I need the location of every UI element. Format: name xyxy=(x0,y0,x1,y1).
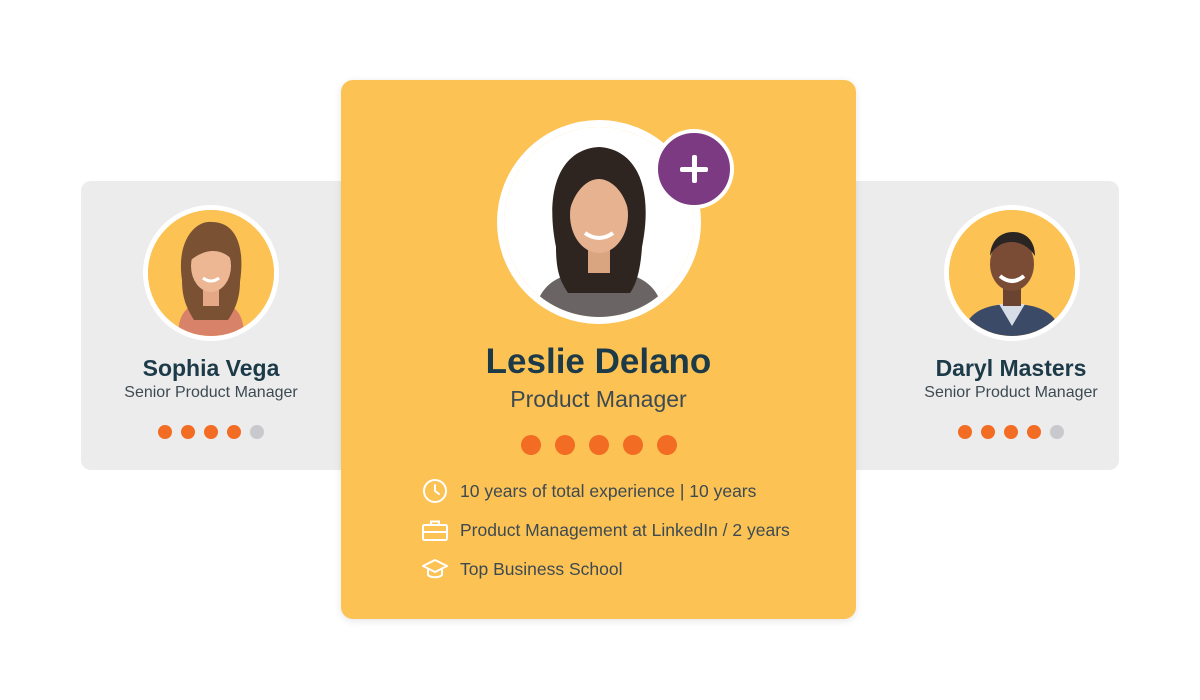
profile-card-content: Sophia Vega Senior Product Manager xyxy=(81,181,341,470)
rating-dot-filled xyxy=(1027,425,1041,439)
rating-dot-filled xyxy=(588,435,609,455)
rating-dot-filled xyxy=(622,435,643,455)
profile-name: Daryl Masters xyxy=(935,355,1087,381)
profile-title: Senior Product Manager xyxy=(124,384,298,401)
rating-dot-empty xyxy=(250,425,264,439)
fact-text: 10 years of total experience | 10 years xyxy=(460,480,757,501)
avatar-portrait xyxy=(949,210,1075,336)
rating-dot-filled xyxy=(158,425,172,439)
profile-title: Product Manager xyxy=(510,386,687,412)
avatar xyxy=(944,205,1080,341)
rating-dots xyxy=(341,435,856,455)
add-profile-button[interactable] xyxy=(654,129,734,209)
avatar-portrait xyxy=(148,210,274,336)
rating-dot-filled xyxy=(181,425,195,439)
rating-dot-empty xyxy=(1050,425,1064,439)
rating-dot-filled xyxy=(656,435,677,455)
profile-card-daryl-masters[interactable]: Daryl Masters Senior Product Manager xyxy=(829,181,1119,470)
clock-icon xyxy=(421,478,449,504)
rating-dot-filled xyxy=(958,425,972,439)
fact-text: Product Management at LinkedIn / 2 years xyxy=(460,519,790,540)
profile-facts: 10 years of total experience | 10 years … xyxy=(421,478,841,595)
rating-dot-filled xyxy=(520,435,541,455)
rating-dots xyxy=(879,425,1143,439)
rating-dot-filled xyxy=(554,435,575,455)
rating-dots xyxy=(81,425,341,439)
rating-dot-filled xyxy=(204,425,218,439)
profile-card-sophia-vega[interactable]: Sophia Vega Senior Product Manager xyxy=(81,181,371,470)
profile-card-content: Daryl Masters Senior Product Manager xyxy=(859,181,1119,470)
profile-name: Sophia Vega xyxy=(142,355,280,381)
profile-carousel: Sophia Vega Senior Product Manager Daryl… xyxy=(0,0,1200,700)
rating-dot-filled xyxy=(227,425,241,439)
profile-title: Senior Product Manager xyxy=(924,384,1098,401)
avatar xyxy=(143,205,279,341)
rating-dot-filled xyxy=(1004,425,1018,439)
graduation-cap-icon xyxy=(421,556,449,582)
plus-icon xyxy=(691,155,697,183)
fact-experience: 10 years of total experience | 10 years xyxy=(421,478,841,504)
briefcase-icon xyxy=(421,517,449,543)
profile-card-leslie-delano[interactable]: Leslie Delano Product Manager 10 years o… xyxy=(341,80,856,619)
fact-text: Top Business School xyxy=(460,558,623,579)
rating-dot-filled xyxy=(981,425,995,439)
profile-name: Leslie Delano xyxy=(485,342,712,381)
fact-current-role: Product Management at LinkedIn / 2 years xyxy=(421,517,841,543)
fact-education: Top Business School xyxy=(421,556,841,582)
